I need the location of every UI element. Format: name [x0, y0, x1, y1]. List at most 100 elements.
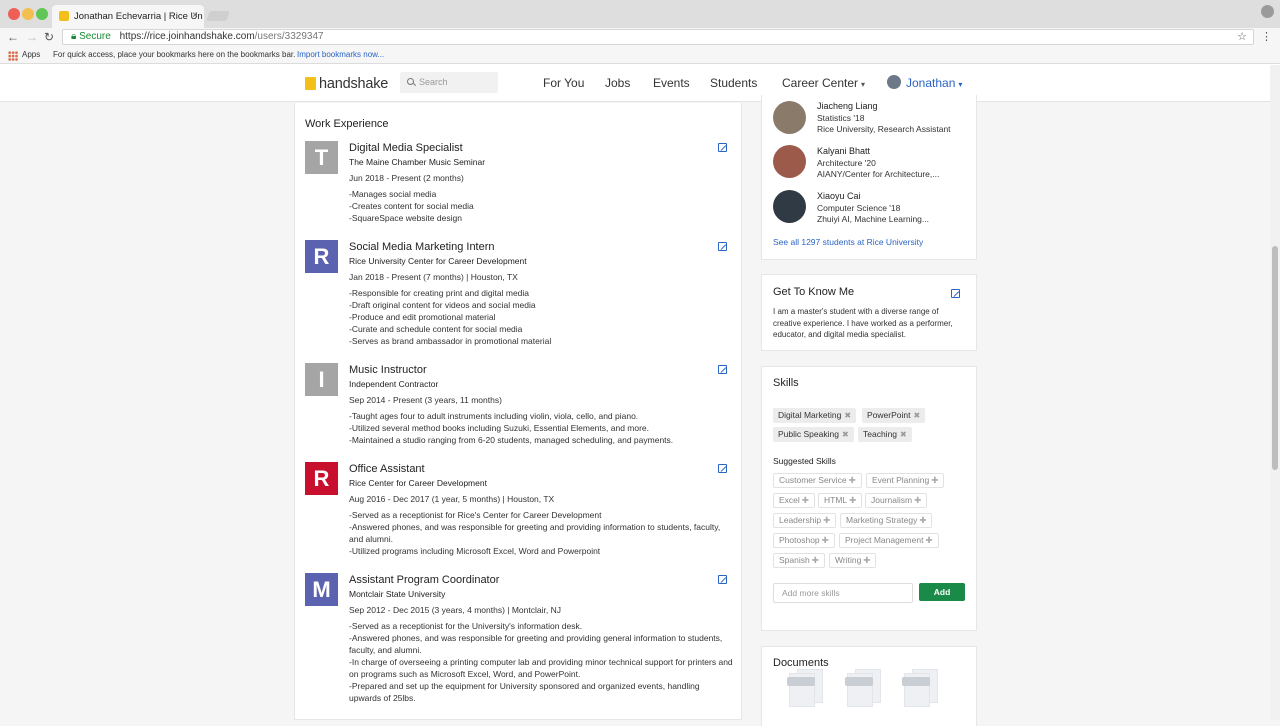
url-host: https://rice.joinhandshake.com	[119, 31, 255, 42]
student-name[interactable]: Jiacheng Liang	[817, 101, 951, 113]
suggested-skill-chip[interactable]: Writing ✚	[829, 553, 877, 568]
nav-career-center[interactable]: Career Center ▾	[782, 76, 865, 90]
student-detail: Rice University, Research Assistant	[817, 124, 951, 134]
suggested-skill-chip[interactable]: Marketing Strategy ✚	[840, 513, 933, 528]
job-description: -Served as a receptionist for the Univer…	[349, 620, 734, 704]
site-header: handshake Search For You Jobs Events Stu…	[0, 64, 1280, 102]
job-employer: Independent Contractor	[349, 379, 439, 389]
handshake-logo-icon	[305, 77, 316, 90]
chevron-down-icon: ▾	[958, 80, 963, 89]
plus-icon: ✚	[848, 475, 856, 485]
search-icon	[407, 78, 414, 85]
job-description-line: -Maintained a studio ranging from 6-20 s…	[349, 435, 674, 445]
search-input[interactable]: Search	[400, 72, 498, 93]
user-avatar[interactable]	[887, 75, 901, 89]
job-description-line: -Responsible for creating print and digi…	[349, 288, 530, 298]
job-dates: Sep 2014 - Present (3 years, 11 months)	[349, 395, 502, 405]
job-dates: Aug 2016 - Dec 2017 (1 year, 5 months) |…	[349, 494, 555, 504]
browser-tab-bar: Jonathan Echevarria | Rice Un ×	[0, 0, 1280, 28]
browser-tab[interactable]: Jonathan Echevarria | Rice Un ×	[52, 5, 204, 28]
secure-label: 🔒︎ Secure	[71, 31, 111, 42]
student-avatar	[773, 190, 806, 223]
browser-menu-icon[interactable]: ⋮	[1261, 30, 1272, 43]
add-skill-button[interactable]: Add	[919, 583, 965, 601]
suggested-skill-chip[interactable]: Spanish ✚	[773, 553, 825, 568]
work-experience-card: Work Experience T Digital Media Speciali…	[294, 103, 742, 720]
suggested-skill-chip[interactable]: Event Planning ✚	[866, 473, 945, 488]
job-description-line: -Answered phones, and was responsible fo…	[349, 522, 721, 544]
plus-icon: ✚	[914, 495, 922, 505]
employer-logo: R	[305, 462, 338, 495]
see-all-students-link[interactable]: See all 1297 students at Rice University	[773, 237, 923, 247]
url-bar[interactable]: 🔒︎ Secure https://rice.joinhandshake.com…	[62, 29, 1254, 45]
card-title: Documents	[773, 657, 829, 669]
forward-icon[interactable]: →	[26, 30, 38, 44]
suggested-skill-chip[interactable]: Journalism ✚	[865, 493, 928, 508]
edit-icon[interactable]	[718, 464, 727, 473]
plus-icon: ✚	[931, 475, 939, 485]
edit-icon[interactable]	[951, 289, 960, 298]
plus-icon: ✚	[925, 535, 933, 545]
card-title: Get To Know Me	[773, 286, 855, 298]
nav-jobs[interactable]: Jobs	[605, 76, 630, 90]
job-description-line: -Utilized programs including Microsoft E…	[349, 546, 601, 556]
nav-events[interactable]: Events	[653, 76, 690, 90]
job-dates: Jan 2018 - Present (7 months) | Houston,…	[349, 272, 518, 282]
document-icon[interactable]	[902, 669, 954, 711]
suggested-skill-chip[interactable]: Excel ✚	[773, 493, 815, 508]
edit-icon[interactable]	[718, 143, 727, 152]
apps-link[interactable]: Apps	[22, 46, 40, 64]
job-employer: The Maine Chamber Music Seminar	[349, 157, 486, 167]
suggested-skill-chip[interactable]: Photoshop ✚	[773, 533, 835, 548]
bookmark-star-icon[interactable]: ☆	[1237, 30, 1247, 44]
add-skill-input[interactable]: Add more skills	[773, 583, 913, 603]
student-major: Statistics '18	[817, 112, 865, 123]
new-tab-button[interactable]	[206, 11, 230, 21]
tab-close-icon[interactable]: ×	[192, 10, 198, 21]
back-icon[interactable]: ←	[7, 30, 19, 44]
plus-icon: ✚	[919, 515, 927, 525]
suggested-skill-chip[interactable]: Customer Service ✚	[773, 473, 862, 488]
job-description-line: -Served as a receptionist for Rice's Cen…	[349, 510, 602, 520]
nav-students[interactable]: Students	[710, 76, 757, 90]
edit-icon[interactable]	[718, 242, 727, 251]
edit-icon[interactable]	[718, 365, 727, 374]
maximize-window-button[interactable]	[36, 8, 48, 20]
chevron-down-icon: ▾	[861, 80, 866, 89]
job-description-line: -Draft original content for videos and s…	[349, 300, 536, 310]
job-description-line: -Taught ages four to adult instruments i…	[349, 411, 639, 421]
student-name[interactable]: Kalyani Bhatt	[817, 146, 939, 158]
edit-icon[interactable]	[718, 575, 727, 584]
job-employer: Rice University Center for Career Develo…	[349, 256, 527, 266]
import-bookmarks-link[interactable]: Import bookmarks now...	[297, 46, 384, 64]
job-description-line: -SquareSpace website design	[349, 213, 462, 223]
handshake-logo[interactable]: handshake	[305, 76, 388, 92]
employer-logo: M	[305, 573, 338, 606]
reload-icon[interactable]: ↻	[44, 30, 54, 44]
user-menu[interactable]: Jonathan ▾	[906, 76, 962, 90]
remove-icon[interactable]: ✖	[842, 430, 849, 439]
minimize-window-button[interactable]	[22, 8, 34, 20]
nav-for-you[interactable]: For You	[543, 76, 584, 90]
student-avatar	[773, 145, 806, 178]
student-name[interactable]: Xiaoyu Cai	[817, 191, 929, 203]
remove-icon[interactable]: ✖	[913, 411, 920, 420]
job-description-line: -Served as a receptionist for the Univer…	[349, 621, 583, 631]
suggested-skills-title: Suggested Skills	[773, 456, 836, 466]
job-employer: Rice Center for Career Development	[349, 478, 487, 488]
job-title: Social Media Marketing Intern	[349, 241, 495, 253]
suggested-skill-chip[interactable]: Leadership ✚	[773, 513, 837, 528]
close-window-button[interactable]	[8, 8, 20, 20]
page-scrollbar-thumb[interactable]	[1272, 246, 1278, 470]
document-icon[interactable]	[845, 669, 897, 711]
apps-grid-icon[interactable]	[8, 51, 18, 61]
job-title: Office Assistant	[349, 463, 425, 475]
browser-profile-icon[interactable]	[1261, 5, 1274, 18]
skills-card: Skills Digital Marketing ✖ PowerPoint ✖ Pu…	[761, 366, 977, 631]
document-icon[interactable]	[787, 669, 839, 711]
remove-icon[interactable]: ✖	[844, 411, 851, 420]
suggested-skill-chip[interactable]: HTML ✚	[818, 493, 863, 508]
get-to-know-me-card: Get To Know Me I am a master's student w…	[761, 274, 977, 351]
suggested-skill-chip[interactable]: Project Management ✚	[839, 533, 939, 548]
remove-icon[interactable]: ✖	[900, 430, 907, 439]
